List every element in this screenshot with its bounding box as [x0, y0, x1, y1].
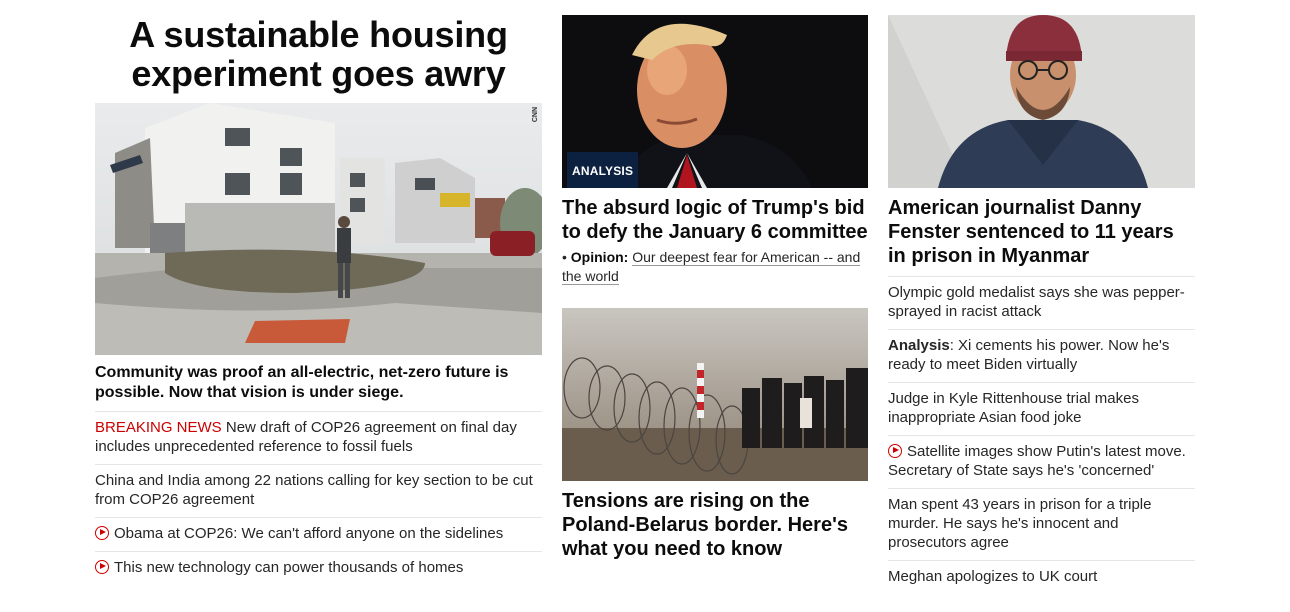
analysis-badge: ANALYSIS: [567, 152, 639, 188]
list-item-text: Obama at COP26: We can't afford anyone o…: [114, 525, 504, 542]
list-item[interactable]: Satellite images show Putin's latest mov…: [888, 436, 1195, 489]
lead-story-caption[interactable]: Community was proof an all-electric, net…: [95, 363, 542, 412]
housing-photo: [95, 103, 542, 355]
list-item-text: This new technology can power thousands …: [114, 559, 464, 576]
opinion-link[interactable]: • Opinion: Our deepest fear for American…: [562, 248, 868, 286]
list-item[interactable]: Judge in Kyle Rittenhouse trial makes in…: [888, 383, 1195, 436]
list-item[interactable]: This new technology can power thousands …: [95, 552, 542, 585]
left-headline-list: BREAKING NEWS New draft of COP26 agreeme…: [95, 412, 542, 585]
list-item[interactable]: Obama at COP26: We can't afford anyone o…: [95, 518, 542, 552]
fenster-story-image[interactable]: [888, 15, 1195, 188]
play-circle-icon: [888, 444, 902, 458]
breaking-news-label: BREAKING NEWS: [95, 419, 222, 436]
list-item[interactable]: China and India among 22 nations calling…: [95, 465, 542, 518]
lead-headline[interactable]: A sustainable housing experiment goes aw…: [95, 15, 542, 93]
image-watermark: CNN: [532, 107, 539, 123]
list-item[interactable]: BREAKING NEWS New draft of COP26 agreeme…: [95, 412, 542, 465]
list-item[interactable]: Meghan apologizes to UK court: [888, 561, 1195, 594]
list-item-text: Meghan apologizes to UK court: [888, 568, 1098, 585]
list-item-text: Satellite images show Putin's latest mov…: [888, 443, 1186, 479]
play-circle-icon: [95, 560, 109, 574]
opinion-label: Opinion:: [570, 249, 629, 265]
trump-story-image[interactable]: ANALYSIS: [562, 15, 868, 188]
right-headline-list: Olympic gold medalist says she was peppe…: [888, 276, 1195, 594]
lead-story-column: A sustainable housing experiment goes aw…: [95, 0, 542, 585]
right-column: American journalist Danny Fenster senten…: [888, 0, 1195, 594]
list-item[interactable]: Olympic gold medalist says she was peppe…: [888, 277, 1195, 330]
list-item-text: Olympic gold medalist says she was peppe…: [888, 284, 1185, 320]
list-item[interactable]: Man spent 43 years in prison for a tripl…: [888, 489, 1195, 561]
fenster-story-headline[interactable]: American journalist Danny Fenster senten…: [888, 196, 1195, 268]
lead-story-image[interactable]: CNN: [95, 103, 542, 355]
bullet: •: [562, 249, 567, 265]
trump-story-headline[interactable]: The absurd logic of Trump's bid to defy …: [562, 196, 868, 244]
list-item[interactable]: Analysis: Xi cements his power. Now he's…: [888, 330, 1195, 383]
border-story-headline[interactable]: Tensions are rising on the Poland-Belaru…: [562, 489, 868, 561]
border-story-image[interactable]: [562, 308, 868, 481]
fenster-photo: [888, 15, 1195, 188]
border-photo: [562, 308, 868, 481]
middle-column: ANALYSIS The absurd logic of Trump's bid…: [562, 0, 868, 561]
list-item-text: China and India among 22 nations calling…: [95, 472, 533, 508]
list-item-text: Man spent 43 years in prison for a tripl…: [888, 496, 1152, 551]
list-item-text: Judge in Kyle Rittenhouse trial makes in…: [888, 390, 1139, 426]
play-circle-icon: [95, 526, 109, 540]
analysis-label: Analysis: [888, 337, 950, 354]
